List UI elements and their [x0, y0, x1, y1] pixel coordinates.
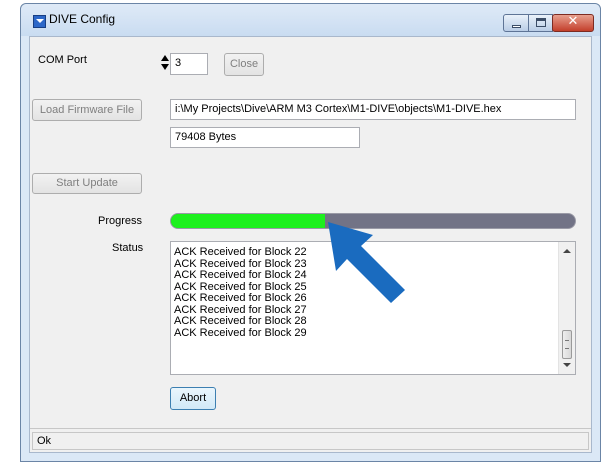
maximize-icon — [536, 18, 546, 27]
status-list-item[interactable]: ACK Received for Block 22 — [174, 246, 557, 259]
title-bar[interactable]: DIVE Config ✕ — [21, 4, 600, 36]
status-list-item[interactable]: ACK Received for Block 26 — [174, 292, 557, 305]
minimize-icon — [512, 25, 521, 28]
status-list-item[interactable]: ACK Received for Block 29 — [174, 327, 557, 340]
progress-label: Progress — [98, 215, 143, 227]
spin-up-icon[interactable] — [161, 55, 169, 61]
status-items: ACK Received for Block 22 ACK Received fo… — [174, 246, 557, 340]
load-firmware-button[interactable]: Load Firmware File — [32, 99, 142, 121]
spin-down-icon[interactable] — [161, 64, 169, 70]
scroll-down-icon[interactable] — [563, 363, 571, 367]
com-port-spinner[interactable] — [160, 53, 170, 73]
status-listbox[interactable]: ACK Received for Block 22 ACK Received fo… — [170, 241, 576, 375]
status-scrollbar[interactable] — [558, 242, 575, 374]
status-bar-text: Ok — [32, 432, 589, 450]
com-port-label: COM Port — [38, 54, 87, 66]
start-update-button[interactable]: Start Update — [32, 173, 142, 194]
progress-fill — [171, 214, 325, 228]
maximize-button[interactable] — [528, 14, 553, 32]
app-icon — [33, 15, 46, 28]
scroll-thumb[interactable] — [562, 330, 572, 359]
status-list-item[interactable]: ACK Received for Block 28 — [174, 315, 557, 328]
minimize-button[interactable] — [503, 14, 529, 32]
abort-button[interactable]: Abort — [170, 387, 216, 410]
progress-bar — [170, 213, 576, 229]
status-label: Status — [112, 242, 144, 254]
close-icon: ✕ — [567, 14, 579, 29]
window-title: DIVE Config — [49, 12, 116, 26]
close-port-button[interactable]: Close — [224, 53, 264, 76]
status-bar: Ok — [30, 428, 591, 452]
dive-config-window: DIVE Config ✕ COM Port 3 Close Load Firm… — [20, 3, 601, 462]
scroll-up-icon[interactable] — [563, 249, 571, 253]
firmware-path-field[interactable]: i:\My Projects\Dive\ARM M3 Cortex\M1-DIV… — [170, 99, 576, 120]
dialog-body: COM Port 3 Close Load Firmware File i:\M… — [29, 36, 592, 453]
close-window-button[interactable]: ✕ — [552, 14, 594, 32]
firmware-size-field: 79408 Bytes — [170, 127, 360, 148]
status-list-item[interactable]: ACK Received for Block 24 — [174, 269, 557, 282]
com-port-input[interactable]: 3 — [170, 53, 208, 75]
